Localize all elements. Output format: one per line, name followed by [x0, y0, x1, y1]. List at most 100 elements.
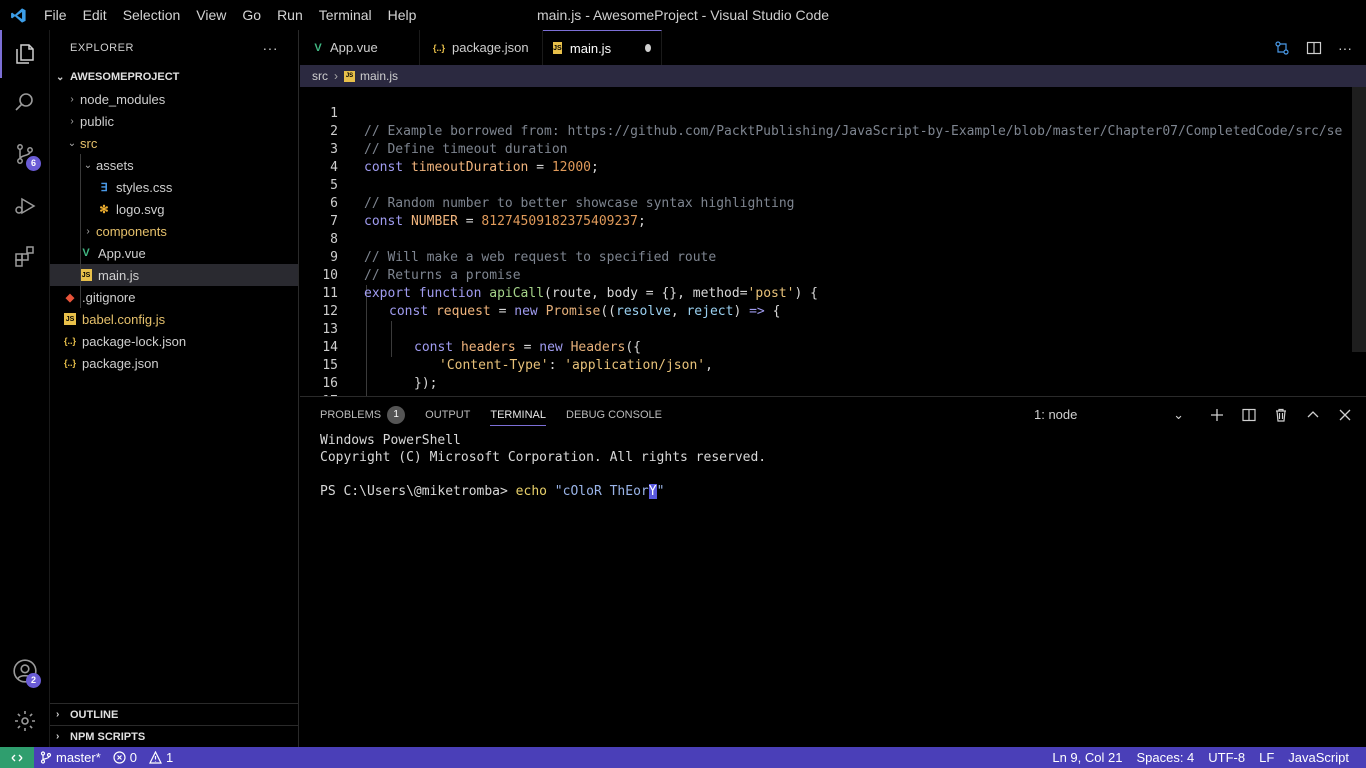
cursor-position[interactable]: Ln 9, Col 21 — [1045, 750, 1129, 765]
panel-actions — [1210, 397, 1352, 432]
tree-item-package-json[interactable]: {..} package.json — [50, 352, 298, 374]
tree-item-label: babel.config.js — [82, 311, 166, 327]
code-line: 14 'Content-Type': 'application/json', — [300, 321, 1366, 373]
files-icon — [16, 44, 34, 64]
explorer-activity[interactable] — [0, 30, 50, 78]
tree-item-label: assets — [96, 157, 134, 173]
file-tree: › node_modules › public ⌄ src ⌄ assets ∃… — [50, 88, 298, 374]
encoding[interactable]: UTF-8 — [1201, 750, 1252, 765]
code-line: 3 const timeoutDuration = 12000; — [300, 123, 1366, 175]
branch-name: master* — [56, 750, 101, 765]
tree-item-main-js[interactable]: JS main.js — [50, 264, 298, 286]
tree-item-components[interactable]: › components — [50, 220, 298, 242]
tree-item-app-vue[interactable]: V App.vue — [50, 242, 298, 264]
activity-bar: 6 2 — [0, 30, 50, 747]
problems-indicator[interactable]: 0 1 — [107, 750, 179, 765]
tab-debug-console[interactable]: DEBUG CONSOLE — [566, 397, 662, 432]
run-debug-activity[interactable] — [0, 182, 50, 230]
tree-item-label: .gitignore — [82, 289, 136, 305]
git-branch-icon — [40, 751, 52, 764]
tree-item-src[interactable]: ⌄ src — [50, 132, 298, 154]
menu-edit[interactable]: Edit — [75, 7, 115, 23]
chevron-right-icon: › — [86, 225, 90, 237]
new-terminal-icon[interactable] — [1210, 408, 1224, 422]
tree-item-public[interactable]: › public — [50, 110, 298, 132]
breadcrumb: src › JS main.js — [300, 65, 1366, 87]
more-actions-icon[interactable]: ··· — [263, 40, 279, 56]
code-line: 17 const requestDetails = { — [300, 375, 1366, 396]
tree-item-label: package.json — [82, 355, 159, 371]
menu-run[interactable]: Run — [269, 7, 311, 23]
search-activity[interactable] — [0, 78, 50, 126]
tree-item-babel-config[interactable]: JS babel.config.js — [50, 308, 298, 330]
terminal-prompt: PS C:\Users\@miketromba> — [320, 484, 516, 499]
tree-item-logo-svg[interactable]: ✻ logo.svg — [50, 198, 298, 220]
extensions-activity[interactable] — [0, 232, 50, 280]
remote-indicator[interactable] — [0, 747, 34, 768]
editor-scrollbar[interactable] — [1352, 87, 1366, 352]
accounts-activity[interactable]: 2 — [0, 647, 50, 695]
warning-count: 1 — [166, 750, 174, 765]
split-editor-icon[interactable] — [1306, 40, 1322, 56]
code-line: 13 const headers = new Headers({ — [300, 303, 1366, 355]
breadcrumb-folder[interactable]: src — [312, 69, 328, 83]
chevron-right-icon: › — [334, 69, 338, 83]
menu-terminal[interactable]: Terminal — [311, 7, 380, 23]
code-line: 5 // Random number to better showcase sy… — [300, 159, 1366, 211]
project-name: AWESOMEPROJECT — [70, 71, 180, 83]
tab-terminal[interactable]: TERMINAL — [490, 397, 546, 432]
json-file-icon: {..} — [63, 358, 76, 368]
code-editor[interactable]: 1 // Example borrowed from: https://gith… — [300, 87, 1366, 396]
tree-item-gitignore[interactable]: ◆ .gitignore — [50, 286, 298, 308]
source-control-badge: 6 — [26, 156, 41, 171]
more-actions-icon[interactable]: ··· — [1338, 40, 1352, 56]
explorer-title: EXPLORER — [70, 42, 134, 54]
menu-help[interactable]: Help — [380, 7, 425, 23]
run-debug-icon — [15, 197, 36, 215]
tab-app-vue[interactable]: V App.vue — [300, 30, 420, 65]
branch-indicator[interactable]: master* — [34, 750, 107, 765]
npm-scripts-section-header[interactable]: › NPM SCRIPTS — [50, 725, 299, 747]
maximize-panel-icon[interactable] — [1306, 408, 1320, 422]
problems-badge: 1 — [387, 405, 406, 424]
tree-item-node-modules[interactable]: › node_modules — [50, 88, 298, 110]
code-line: 9 // Returns a promise — [300, 231, 1366, 283]
tree-item-package-lock[interactable]: {..} package-lock.json — [50, 330, 298, 352]
chevron-right-icon: › — [70, 115, 74, 127]
search-icon — [15, 93, 33, 111]
source-control-activity[interactable]: 6 — [0, 130, 50, 178]
tab-package-json[interactable]: {..} package.json — [420, 30, 543, 65]
terminal-cursor: Y — [648, 484, 657, 499]
menu-file[interactable]: File — [36, 7, 75, 23]
menu-go[interactable]: Go — [234, 7, 269, 23]
tree-item-label: main.js — [98, 267, 140, 283]
svg-file-icon: ✻ — [99, 203, 109, 216]
remote-icon — [11, 754, 23, 761]
chevron-down-icon: ⌄ — [1173, 406, 1184, 422]
tab-main-js[interactable]: JS main.js — [543, 30, 662, 65]
outline-section-header[interactable]: › OUTLINE — [50, 703, 299, 725]
tab-output[interactable]: OUTPUT — [425, 397, 470, 432]
vscode-logo-icon — [0, 0, 36, 30]
terminal-output[interactable]: Windows PowerShell Copyright (C) Microso… — [300, 432, 1366, 500]
terminal-argument: "cOloR ThEor — [546, 484, 649, 499]
tree-item-styles-css[interactable]: ∃ styles.css — [50, 176, 298, 198]
breadcrumb-file[interactable]: main.js — [360, 69, 398, 83]
menu-view[interactable]: View — [188, 7, 234, 23]
menu-selection[interactable]: Selection — [115, 7, 189, 23]
split-terminal-icon[interactable] — [1242, 408, 1256, 422]
unsaved-dot-icon[interactable] — [645, 44, 651, 52]
tab-problems[interactable]: PROBLEMS 1 — [320, 397, 406, 432]
trash-icon[interactable] — [1274, 408, 1288, 422]
manage-activity[interactable] — [0, 697, 50, 745]
project-section-header[interactable]: ⌄ AWESOMEPROJECT — [50, 66, 298, 88]
terminal-select[interactable]: 1: node ⌄ — [1034, 397, 1184, 432]
end-of-line[interactable]: LF — [1252, 750, 1281, 765]
terminal-command: echo — [515, 484, 547, 499]
indentation[interactable]: Spaces: 4 — [1129, 750, 1201, 765]
compare-changes-icon[interactable] — [1274, 40, 1290, 56]
tree-item-assets[interactable]: ⌄ assets — [50, 154, 298, 176]
close-icon[interactable] — [1338, 408, 1352, 422]
language-mode[interactable]: JavaScript — [1281, 750, 1356, 765]
